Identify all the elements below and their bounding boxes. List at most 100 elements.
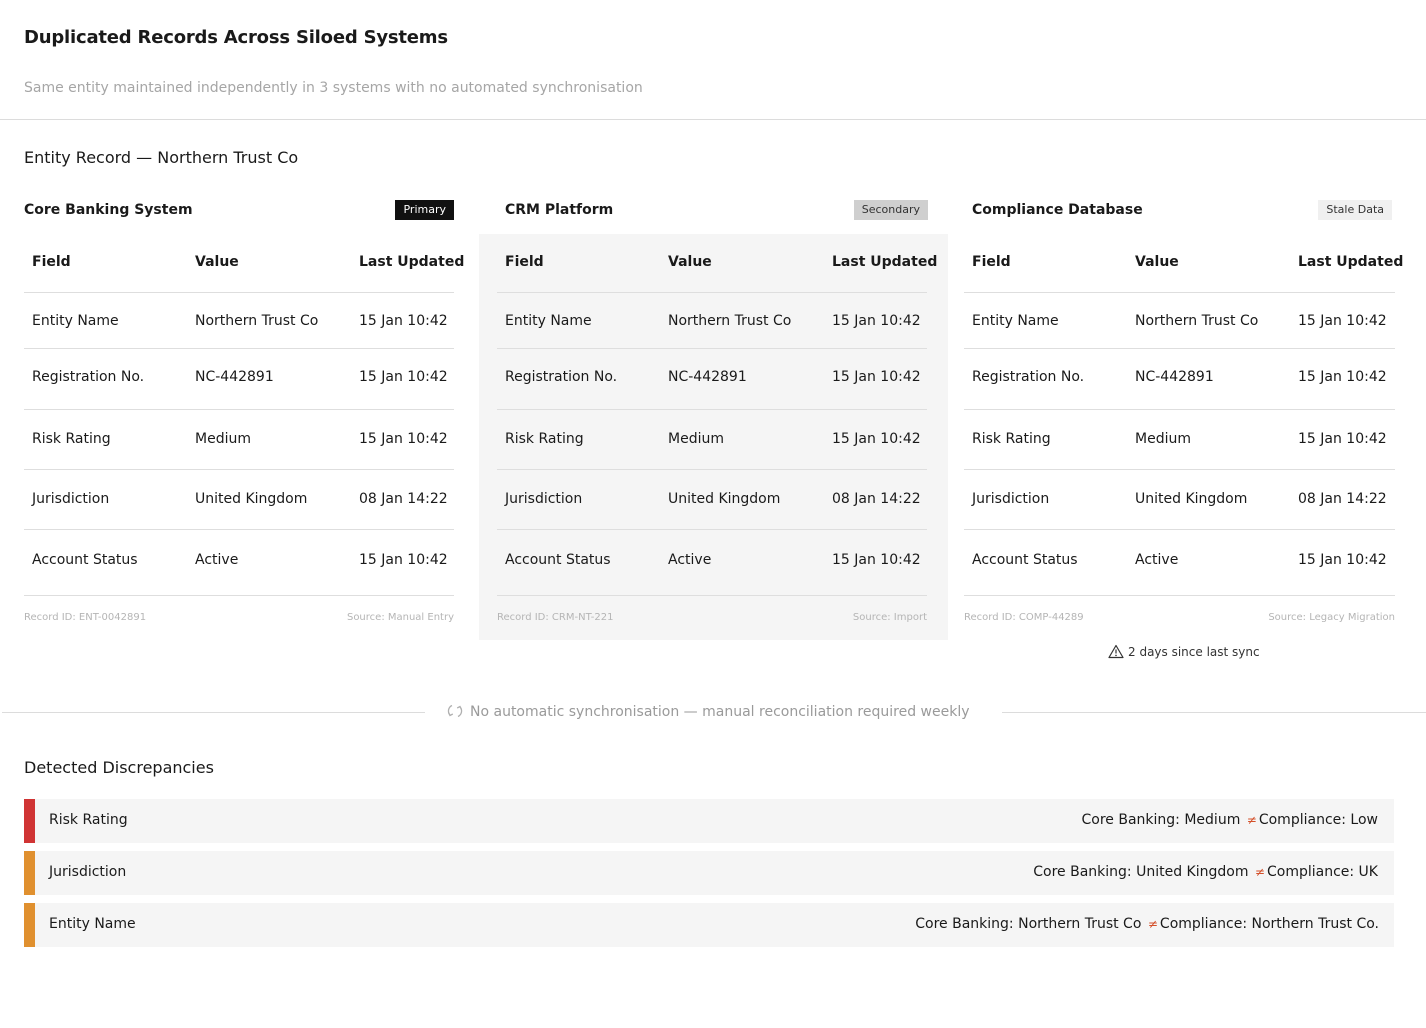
not-equal-icon: ≠ xyxy=(1147,917,1158,931)
table-row: Registration No. NC-442891 15 Jan 10:42 xyxy=(497,349,927,410)
not-equal-icon: ≠ xyxy=(1246,813,1257,827)
column-header-value: Value xyxy=(1135,254,1179,270)
severity-bar xyxy=(24,903,35,947)
table-row: Risk Rating Medium 15 Jan 10:42 xyxy=(964,410,1395,470)
table-row: Registration No. NC-442891 15 Jan 10:42 xyxy=(964,349,1395,410)
updated-cell: 15 Jan 10:42 xyxy=(1298,313,1387,329)
severity-bar xyxy=(24,799,35,843)
discrepancy-label: Jurisdiction xyxy=(49,864,127,880)
panel-title: Compliance Database xyxy=(972,202,1143,218)
field-cell: Risk Rating xyxy=(32,431,111,447)
field-cell: Risk Rating xyxy=(505,431,584,447)
column-header-updated: Last Updated xyxy=(832,254,938,270)
table-row: Entity Name Northern Trust Co 15 Jan 10:… xyxy=(964,293,1395,349)
page-subtitle: Same entity maintained independently in … xyxy=(24,80,643,96)
column-header-value: Value xyxy=(668,254,712,270)
column-header-field: Field xyxy=(32,254,71,270)
status-badge: Secondary xyxy=(853,200,928,220)
field-cell: Entity Name xyxy=(972,313,1059,329)
table-row: Registration No. NC-442891 15 Jan 10:42 xyxy=(24,349,454,410)
field-cell: Jurisdiction xyxy=(32,491,110,507)
field-cell: Account Status xyxy=(32,552,138,568)
field-cell: Jurisdiction xyxy=(505,491,583,507)
table-row: Risk Rating Medium 15 Jan 10:42 xyxy=(497,410,927,470)
value-cell: Medium xyxy=(668,431,724,447)
table-row: Jurisdiction United Kingdom 08 Jan 14:22 xyxy=(497,470,927,530)
value-cell: Active xyxy=(1135,552,1179,568)
table-row: Account Status Active 15 Jan 10:42 xyxy=(24,530,454,596)
panel-title: CRM Platform xyxy=(505,202,614,218)
value-cell: Medium xyxy=(195,431,251,447)
record-source: Source: Legacy Migration xyxy=(1268,612,1395,623)
discrepancy-detail: Core Banking: Northern Trust Co ≠ Complia… xyxy=(915,916,1379,932)
field-cell: Registration No. xyxy=(505,369,618,385)
updated-cell: 15 Jan 10:42 xyxy=(832,313,921,329)
column-header-updated: Last Updated xyxy=(1298,254,1404,270)
field-cell: Risk Rating xyxy=(972,431,1051,447)
sync-arrows-icon xyxy=(446,704,470,720)
discrepancy-right: Compliance: Northern Trust Co. xyxy=(1159,916,1379,932)
updated-cell: 15 Jan 10:42 xyxy=(359,369,448,385)
column-header-value: Value xyxy=(195,254,239,270)
discrepancy-label: Risk Rating xyxy=(49,812,128,828)
table-header-row: Field Value Last Updated xyxy=(964,234,1403,293)
discrepancy-label: Entity Name xyxy=(49,916,136,932)
value-cell: United Kingdom xyxy=(668,491,781,507)
field-cell: Jurisdiction xyxy=(972,491,1050,507)
table-row: Jurisdiction United Kingdom 08 Jan 14:22 xyxy=(964,470,1395,530)
discrepancy-left: Core Banking: United Kingdom xyxy=(1033,864,1249,880)
discrepancy-row[interactable]: Entity Name Core Banking: Northern Trust… xyxy=(24,903,1394,947)
value-cell: Northern Trust Co xyxy=(195,313,319,329)
field-cell: Account Status xyxy=(972,552,1078,568)
page-header: Duplicated Records Across Siloed Systems… xyxy=(0,0,1426,120)
column-header-field: Field xyxy=(505,254,544,270)
field-cell: Account Status xyxy=(505,552,611,568)
entity-heading: Entity Record — Northern Trust Co xyxy=(24,148,299,167)
value-cell: Medium xyxy=(1135,431,1191,447)
value-cell: United Kingdom xyxy=(1135,491,1248,507)
updated-cell: 15 Jan 10:42 xyxy=(359,431,448,447)
warning-triangle-icon xyxy=(1108,644,1128,659)
updated-cell: 08 Jan 14:22 xyxy=(1298,491,1387,507)
discrepancy-detail: Core Banking: Medium ≠ Compliance: Low xyxy=(1082,812,1378,828)
table-header-row: Field Value Last Updated xyxy=(497,234,937,293)
value-cell: Northern Trust Co xyxy=(668,313,792,329)
value-cell: United Kingdom xyxy=(195,491,308,507)
updated-cell: 15 Jan 10:42 xyxy=(359,552,448,568)
record-id: Record ID: ENT-0042891 xyxy=(24,612,147,623)
sync-warning: 2 days since last sync xyxy=(1108,644,1260,659)
discrepancy-left: Core Banking: Northern Trust Co xyxy=(915,916,1142,932)
discrepancy-detail: Core Banking: United Kingdom ≠ Compliance… xyxy=(1033,864,1378,880)
table-row: Risk Rating Medium 15 Jan 10:42 xyxy=(24,410,454,470)
discrepancy-row[interactable]: Jurisdiction Core Banking: United Kingdo… xyxy=(24,851,1394,895)
updated-cell: 15 Jan 10:42 xyxy=(1298,552,1387,568)
status-badge: Primary xyxy=(395,200,454,220)
table-row: Entity Name Northern Trust Co 15 Jan 10:… xyxy=(497,293,927,349)
discrepancy-right: Compliance: Low xyxy=(1258,812,1378,828)
record-source: Source: Import xyxy=(852,612,927,623)
updated-cell: 15 Jan 10:42 xyxy=(832,369,921,385)
sync-warning-text: 2 days since last sync xyxy=(1128,645,1260,659)
severity-bar xyxy=(24,851,35,895)
field-cell: Registration No. xyxy=(972,369,1085,385)
sync-divider: No automatic synchronisation — manual re… xyxy=(446,703,970,720)
panel-core-banking: Core Banking System Primary Field Value … xyxy=(24,194,464,634)
status-badge: Stale Data xyxy=(1318,200,1392,220)
value-cell: Active xyxy=(668,552,712,568)
table-row: Account Status Active 15 Jan 10:42 xyxy=(964,530,1395,596)
record-id: Record ID: CRM-NT-221 xyxy=(497,612,614,623)
updated-cell: 08 Jan 14:22 xyxy=(832,491,921,507)
not-equal-icon: ≠ xyxy=(1254,865,1265,879)
value-cell: NC-442891 xyxy=(668,369,747,385)
value-cell: NC-442891 xyxy=(195,369,274,385)
column-header-updated: Last Updated xyxy=(359,254,465,270)
divider-line-left xyxy=(2,712,425,713)
discrepancy-row[interactable]: Risk Rating Core Banking: Medium ≠ Compli… xyxy=(24,799,1394,843)
page-title: Duplicated Records Across Siloed Systems xyxy=(24,27,448,48)
discrepancies-heading: Detected Discrepancies xyxy=(24,758,214,777)
table-row: Entity Name Northern Trust Co 15 Jan 10:… xyxy=(24,293,454,349)
updated-cell: 15 Jan 10:42 xyxy=(1298,431,1387,447)
value-cell: Northern Trust Co xyxy=(1135,313,1259,329)
table-header-row: Field Value Last Updated xyxy=(24,234,464,293)
updated-cell: 15 Jan 10:42 xyxy=(832,552,921,568)
